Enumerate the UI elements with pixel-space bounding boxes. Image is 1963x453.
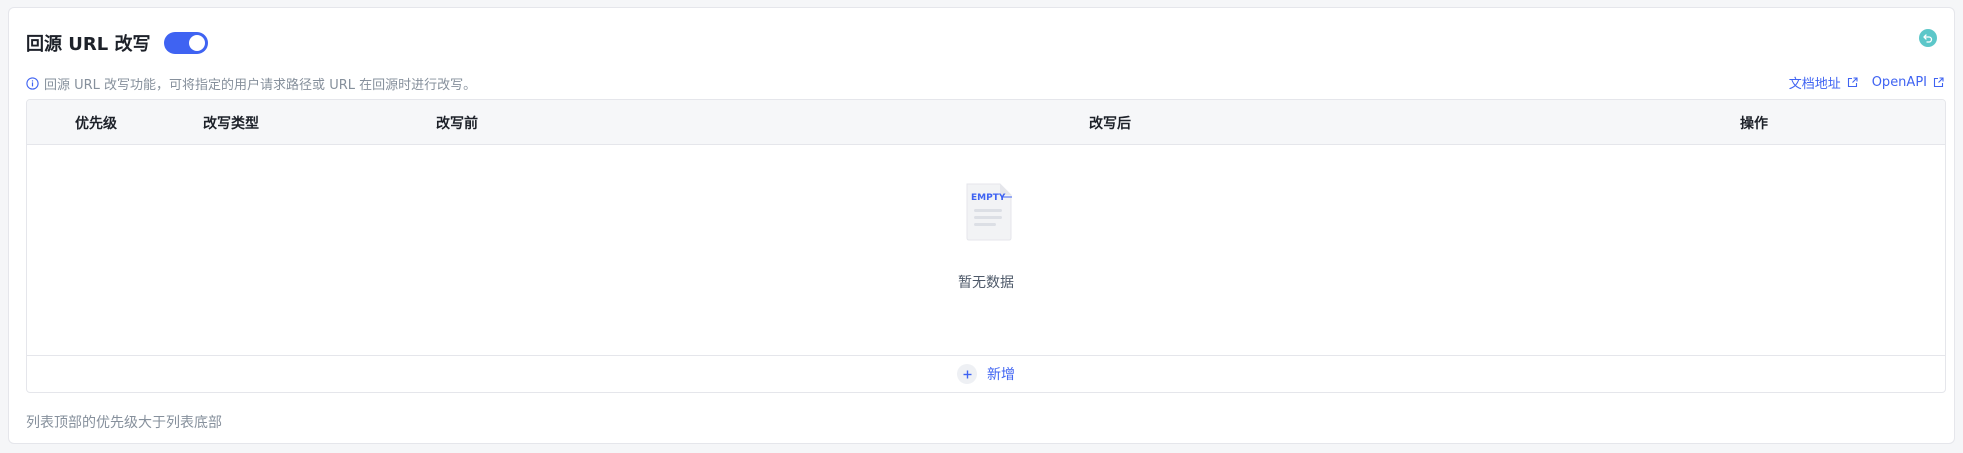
empty-state-text: 暂无数据: [958, 275, 1014, 291]
priority-note: 列表顶部的优先级大于列表底部: [26, 415, 222, 431]
column-header-actions: 操作: [1740, 116, 1768, 132]
empty-document-icon: EMPTY: [966, 183, 1012, 241]
add-rule-button[interactable]: 新增: [27, 355, 1945, 392]
rewrite-rules-table: 优先级 改写类型 改写前 改写后 操作 EMPTY 暂无数据 新增: [26, 99, 1946, 393]
column-header-rewrite-type: 改写类型: [203, 116, 259, 132]
openapi-link-label: OpenAPI: [1871, 75, 1927, 90]
url-rewrite-card: 回源 URL 改写 回源 URL 改写功能，可将指定的用户请求路径或 URL 在…: [8, 7, 1955, 444]
column-header-before: 改写前: [436, 116, 478, 132]
docs-link[interactable]: 文档地址: [1789, 73, 1858, 92]
table-header: 优先级 改写类型 改写前 改写后 操作: [27, 100, 1945, 145]
plus-icon: [957, 364, 977, 384]
info-hint: 回源 URL 改写功能，可将指定的用户请求路径或 URL 在回源时进行改写。: [26, 74, 476, 93]
column-header-after: 改写后: [1089, 116, 1131, 132]
empty-state: EMPTY 暂无数据: [27, 145, 1945, 357]
toggle-knob: [189, 35, 206, 51]
undo-button[interactable]: [1919, 29, 1937, 47]
header-links: 文档地址 OpenAPI: [1775, 73, 1944, 92]
info-text: 回源 URL 改写功能，可将指定的用户请求路径或 URL 在回源时进行改写。: [44, 78, 477, 93]
add-rule-label: 新增: [987, 367, 1015, 383]
undo-icon: [1923, 34, 1933, 43]
external-link-icon: [1933, 77, 1944, 88]
column-header-priority: 优先级: [75, 116, 117, 132]
docs-link-label: 文档地址: [1788, 77, 1841, 92]
external-link-icon: [1847, 77, 1858, 88]
title-row: 回源 URL 改写: [26, 30, 209, 56]
enable-toggle[interactable]: [164, 32, 209, 54]
openapi-link[interactable]: OpenAPI: [1872, 75, 1944, 90]
info-icon: [26, 77, 39, 90]
section-title: 回源 URL 改写: [26, 34, 151, 55]
empty-illustration-label: EMPTY: [971, 193, 1006, 203]
